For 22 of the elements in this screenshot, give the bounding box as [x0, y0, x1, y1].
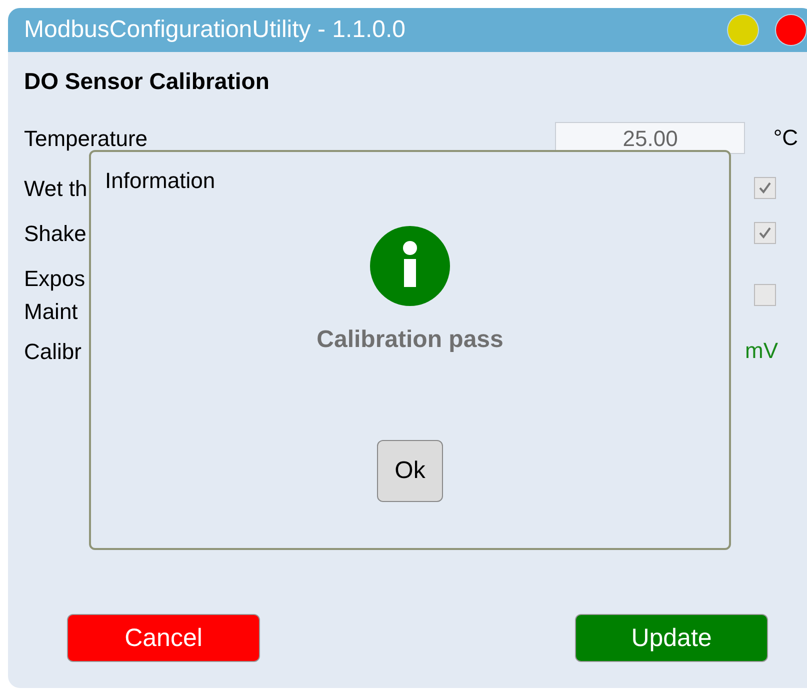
section-heading: DO Sensor Calibration — [24, 68, 270, 95]
checkmark-icon — [757, 225, 773, 241]
checkbox[interactable] — [754, 284, 776, 306]
reading-label: Calibr — [24, 338, 82, 366]
ok-button[interactable]: Ok — [377, 440, 443, 502]
minimize-button[interactable] — [728, 15, 758, 45]
unit-label: mV — [745, 338, 778, 364]
cancel-button[interactable]: Cancel — [67, 614, 260, 662]
unit-label: °C — [773, 125, 798, 151]
checkbox-label: Shake — [24, 220, 86, 248]
update-button[interactable]: Update — [575, 614, 768, 662]
close-button[interactable] — [776, 15, 806, 45]
checkbox-label: Expos Maint — [24, 265, 86, 326]
checkmark-icon — [757, 180, 773, 196]
dialog-title: Information — [105, 168, 216, 194]
window-title: ModbusConfigurationUtility - 1.1.0.0 — [24, 16, 407, 44]
checkbox[interactable] — [754, 177, 776, 199]
field-label: Temperature — [24, 124, 148, 153]
checkbox[interactable] — [754, 222, 776, 244]
info-icon — [370, 226, 450, 306]
checkbox-label: Wet th — [24, 174, 88, 202]
dialog-message: Calibration pass — [316, 326, 504, 354]
